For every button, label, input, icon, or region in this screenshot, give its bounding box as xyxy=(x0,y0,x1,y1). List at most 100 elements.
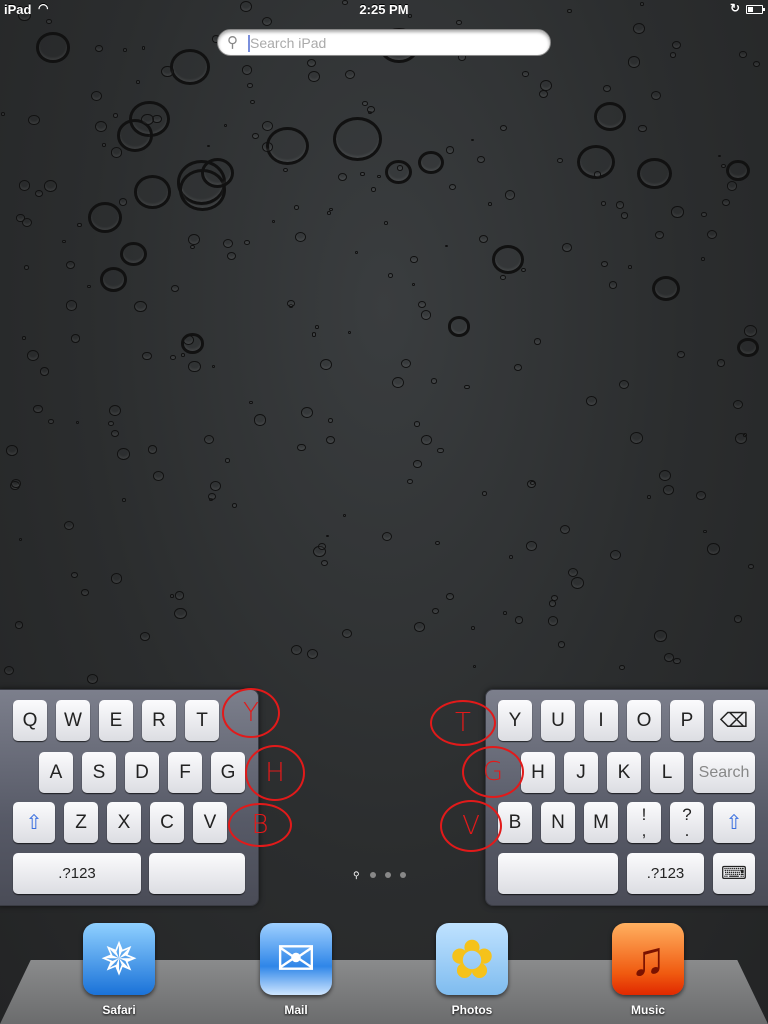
key-o[interactable]: O xyxy=(627,700,661,741)
key-n[interactable]: N xyxy=(541,802,575,843)
hide-keyboard-key[interactable]: ⌨ xyxy=(713,853,755,894)
punctuation-key[interactable]: !, xyxy=(627,802,661,843)
water-drop xyxy=(413,459,422,468)
mail-app-icon[interactable]: ✉ xyxy=(260,923,332,995)
key-x[interactable]: X xyxy=(107,802,141,843)
water-drop xyxy=(26,349,40,362)
punctuation-key[interactable]: ?. xyxy=(670,802,704,843)
search-key[interactable]: Search xyxy=(693,752,755,793)
shift-key[interactable]: ⇧ xyxy=(713,802,755,843)
water-drop xyxy=(737,338,759,358)
key-m[interactable]: M xyxy=(584,802,618,843)
shift-key[interactable]: ⇧ xyxy=(13,802,55,843)
water-drop xyxy=(534,338,542,345)
key-t[interactable]: T xyxy=(185,700,219,741)
water-drop xyxy=(726,181,738,191)
water-drop xyxy=(383,221,389,226)
key-l[interactable]: L xyxy=(650,752,684,793)
key-z[interactable]: Z xyxy=(64,802,98,843)
numbers-key[interactable]: .?123 xyxy=(627,853,704,894)
key-w[interactable]: W xyxy=(56,700,90,741)
water-drop xyxy=(630,431,644,444)
water-drop xyxy=(5,445,18,456)
page-dot[interactable] xyxy=(400,872,406,878)
water-drop xyxy=(653,630,667,642)
water-drop xyxy=(94,120,108,133)
water-drop xyxy=(311,332,317,337)
water-drop xyxy=(445,244,449,248)
key-h[interactable]: H xyxy=(521,752,555,793)
space-key[interactable] xyxy=(149,853,245,894)
key-e[interactable]: E xyxy=(99,700,133,741)
key-y[interactable]: Y xyxy=(498,700,532,741)
water-drop xyxy=(377,174,381,178)
key-g[interactable]: G xyxy=(211,752,245,793)
spotlight-page-icon[interactable]: ⚲ xyxy=(353,871,361,880)
key-r[interactable]: R xyxy=(142,700,176,741)
water-drop xyxy=(652,275,681,302)
music-app-icon[interactable]: ♫ xyxy=(612,923,684,995)
water-drop xyxy=(153,471,164,481)
backspace-key[interactable]: ⌫ xyxy=(713,700,755,741)
water-drop xyxy=(676,351,685,359)
key-f[interactable]: F xyxy=(168,752,202,793)
rotation-lock-icon: ↻ xyxy=(729,1,740,15)
key-q[interactable]: Q xyxy=(13,700,47,741)
water-drop xyxy=(735,433,748,445)
water-drop xyxy=(108,421,114,427)
water-drop xyxy=(508,555,513,560)
water-drop xyxy=(325,534,330,538)
water-drop xyxy=(718,154,722,158)
water-drop xyxy=(206,144,210,148)
water-drop xyxy=(181,353,186,357)
water-drop xyxy=(47,418,54,425)
page-dot[interactable] xyxy=(370,872,376,878)
water-drop xyxy=(391,376,404,388)
water-drop xyxy=(141,114,154,126)
status-bar: iPad ◠ 2:25 PM ↻ xyxy=(0,0,768,20)
water-drop xyxy=(142,351,152,361)
water-drop xyxy=(739,51,747,58)
key-i[interactable]: I xyxy=(584,700,618,741)
spotlight-search-field[interactable]: ⚲ xyxy=(217,29,551,56)
page-indicator[interactable]: ⚲ xyxy=(353,871,406,880)
key-k[interactable]: K xyxy=(607,752,641,793)
key-a[interactable]: A xyxy=(39,752,73,793)
water-drop xyxy=(320,359,333,370)
space-key[interactable] xyxy=(498,853,618,894)
water-drop xyxy=(515,616,524,624)
key-p[interactable]: P xyxy=(670,700,704,741)
envelope-icon: ✉ xyxy=(275,933,317,986)
water-drop xyxy=(87,674,98,684)
app-label: Music xyxy=(630,1003,665,1017)
water-drop xyxy=(32,404,43,414)
safari-app-icon[interactable]: ✵ xyxy=(83,923,155,995)
search-input[interactable] xyxy=(250,33,540,53)
key-u[interactable]: U xyxy=(541,700,575,741)
water-drop xyxy=(71,571,79,579)
water-drop xyxy=(200,158,235,189)
key-c[interactable]: C xyxy=(150,802,184,843)
key-d[interactable]: D xyxy=(125,752,159,793)
key-j[interactable]: J xyxy=(564,752,598,793)
photos-app-icon[interactable]: ✿ xyxy=(436,923,508,995)
water-drop xyxy=(567,567,579,578)
water-drop xyxy=(527,480,536,488)
water-drop xyxy=(413,421,420,427)
water-drop xyxy=(538,89,548,98)
water-drop xyxy=(585,396,597,406)
page-dot[interactable] xyxy=(385,872,391,878)
water-drop xyxy=(407,479,414,485)
water-drop xyxy=(539,79,553,91)
key-v[interactable]: V xyxy=(193,802,227,843)
numbers-key[interactable]: .?123 xyxy=(13,853,141,894)
water-drop xyxy=(418,150,444,175)
water-drop xyxy=(371,187,376,192)
water-drop xyxy=(733,400,744,410)
water-drop xyxy=(504,189,516,200)
water-drop xyxy=(224,458,230,463)
water-drop xyxy=(170,285,179,293)
key-b[interactable]: B xyxy=(498,802,532,843)
water-drop xyxy=(671,40,682,50)
key-s[interactable]: S xyxy=(82,752,116,793)
